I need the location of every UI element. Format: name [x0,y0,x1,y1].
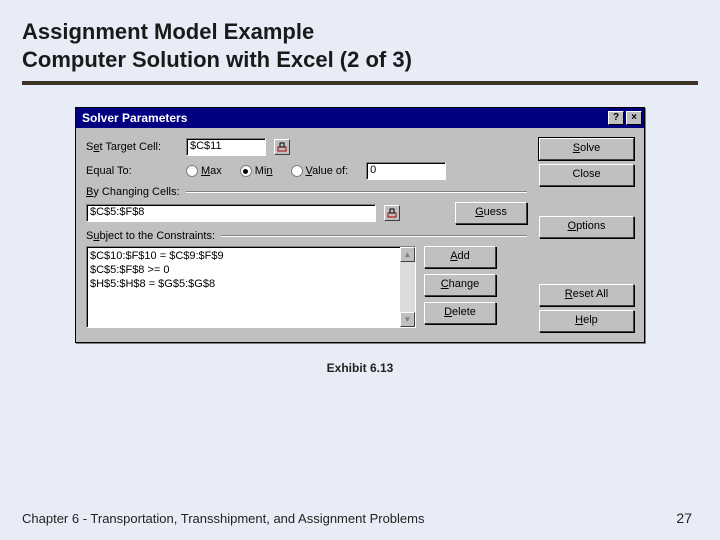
radio-value-of[interactable]: Value of: [291,165,349,177]
titlebar-close-button[interactable]: × [626,111,642,125]
page-number: 27 [676,510,692,526]
radio-value-icon [291,165,303,177]
solve-button[interactable]: Solve [539,138,634,160]
target-cell-ref-icon[interactable] [274,139,290,155]
constraint-item[interactable]: $C$5:$F$8 >= 0 [90,263,412,277]
listbox-scrollbar[interactable]: ▲ ▼ [400,247,415,327]
title-divider [22,81,698,85]
dialog-titlebar: Solver Parameters ? × [76,108,644,128]
guess-button[interactable]: Guess [455,202,527,224]
label-set-target-cell: Set Target Cell: [86,141,180,153]
radio-max-icon [186,165,198,177]
target-cell-input[interactable]: $C$11 [186,138,266,156]
scroll-down-icon[interactable]: ▼ [400,312,415,327]
slide-title: Assignment Model Example Computer Soluti… [22,18,698,73]
radio-max[interactable]: Max [186,165,222,177]
exhibit-label: Exhibit 6.13 [22,361,698,375]
footer-chapter: Chapter 6 - Transportation, Transshipmen… [22,511,424,526]
value-of-input[interactable]: 0 [366,162,446,180]
label-by-changing: By Changing Cells: [86,186,180,198]
add-button[interactable]: Add [424,246,496,268]
titlebar-help-button[interactable]: ? [608,111,624,125]
constraint-item[interactable]: $H$5:$H$8 = $G$5:$G$8 [90,277,412,291]
radio-min-icon [240,165,252,177]
constraint-item[interactable]: $C$10:$F$10 = $C$9:$F$9 [90,249,412,263]
title-line-2: Computer Solution with Excel (2 of 3) [22,47,412,72]
constraints-listbox[interactable]: $C$10:$F$10 = $C$9:$F$9 $C$5:$F$8 >= 0 $… [86,246,416,328]
scroll-up-icon[interactable]: ▲ [400,247,415,262]
change-button[interactable]: Change [424,274,496,296]
changing-cells-input[interactable]: $C$5:$F$8 [86,204,376,222]
options-button[interactable]: Options [539,216,634,238]
dialog-title: Solver Parameters [82,111,187,125]
label-subject-to: Subject to the Constraints: [86,230,215,242]
title-line-1: Assignment Model Example [22,19,314,44]
reset-all-button[interactable]: Reset All [539,284,634,306]
delete-button[interactable]: Delete [424,302,496,324]
radio-min[interactable]: Min [240,165,273,177]
label-equal-to: Equal To: [86,165,180,177]
changing-cells-ref-icon[interactable] [384,205,400,221]
close-button[interactable]: Close [539,164,634,186]
solver-dialog: Solver Parameters ? × Set Target Cell: $… [75,107,645,343]
help-button[interactable]: Help [539,310,634,332]
